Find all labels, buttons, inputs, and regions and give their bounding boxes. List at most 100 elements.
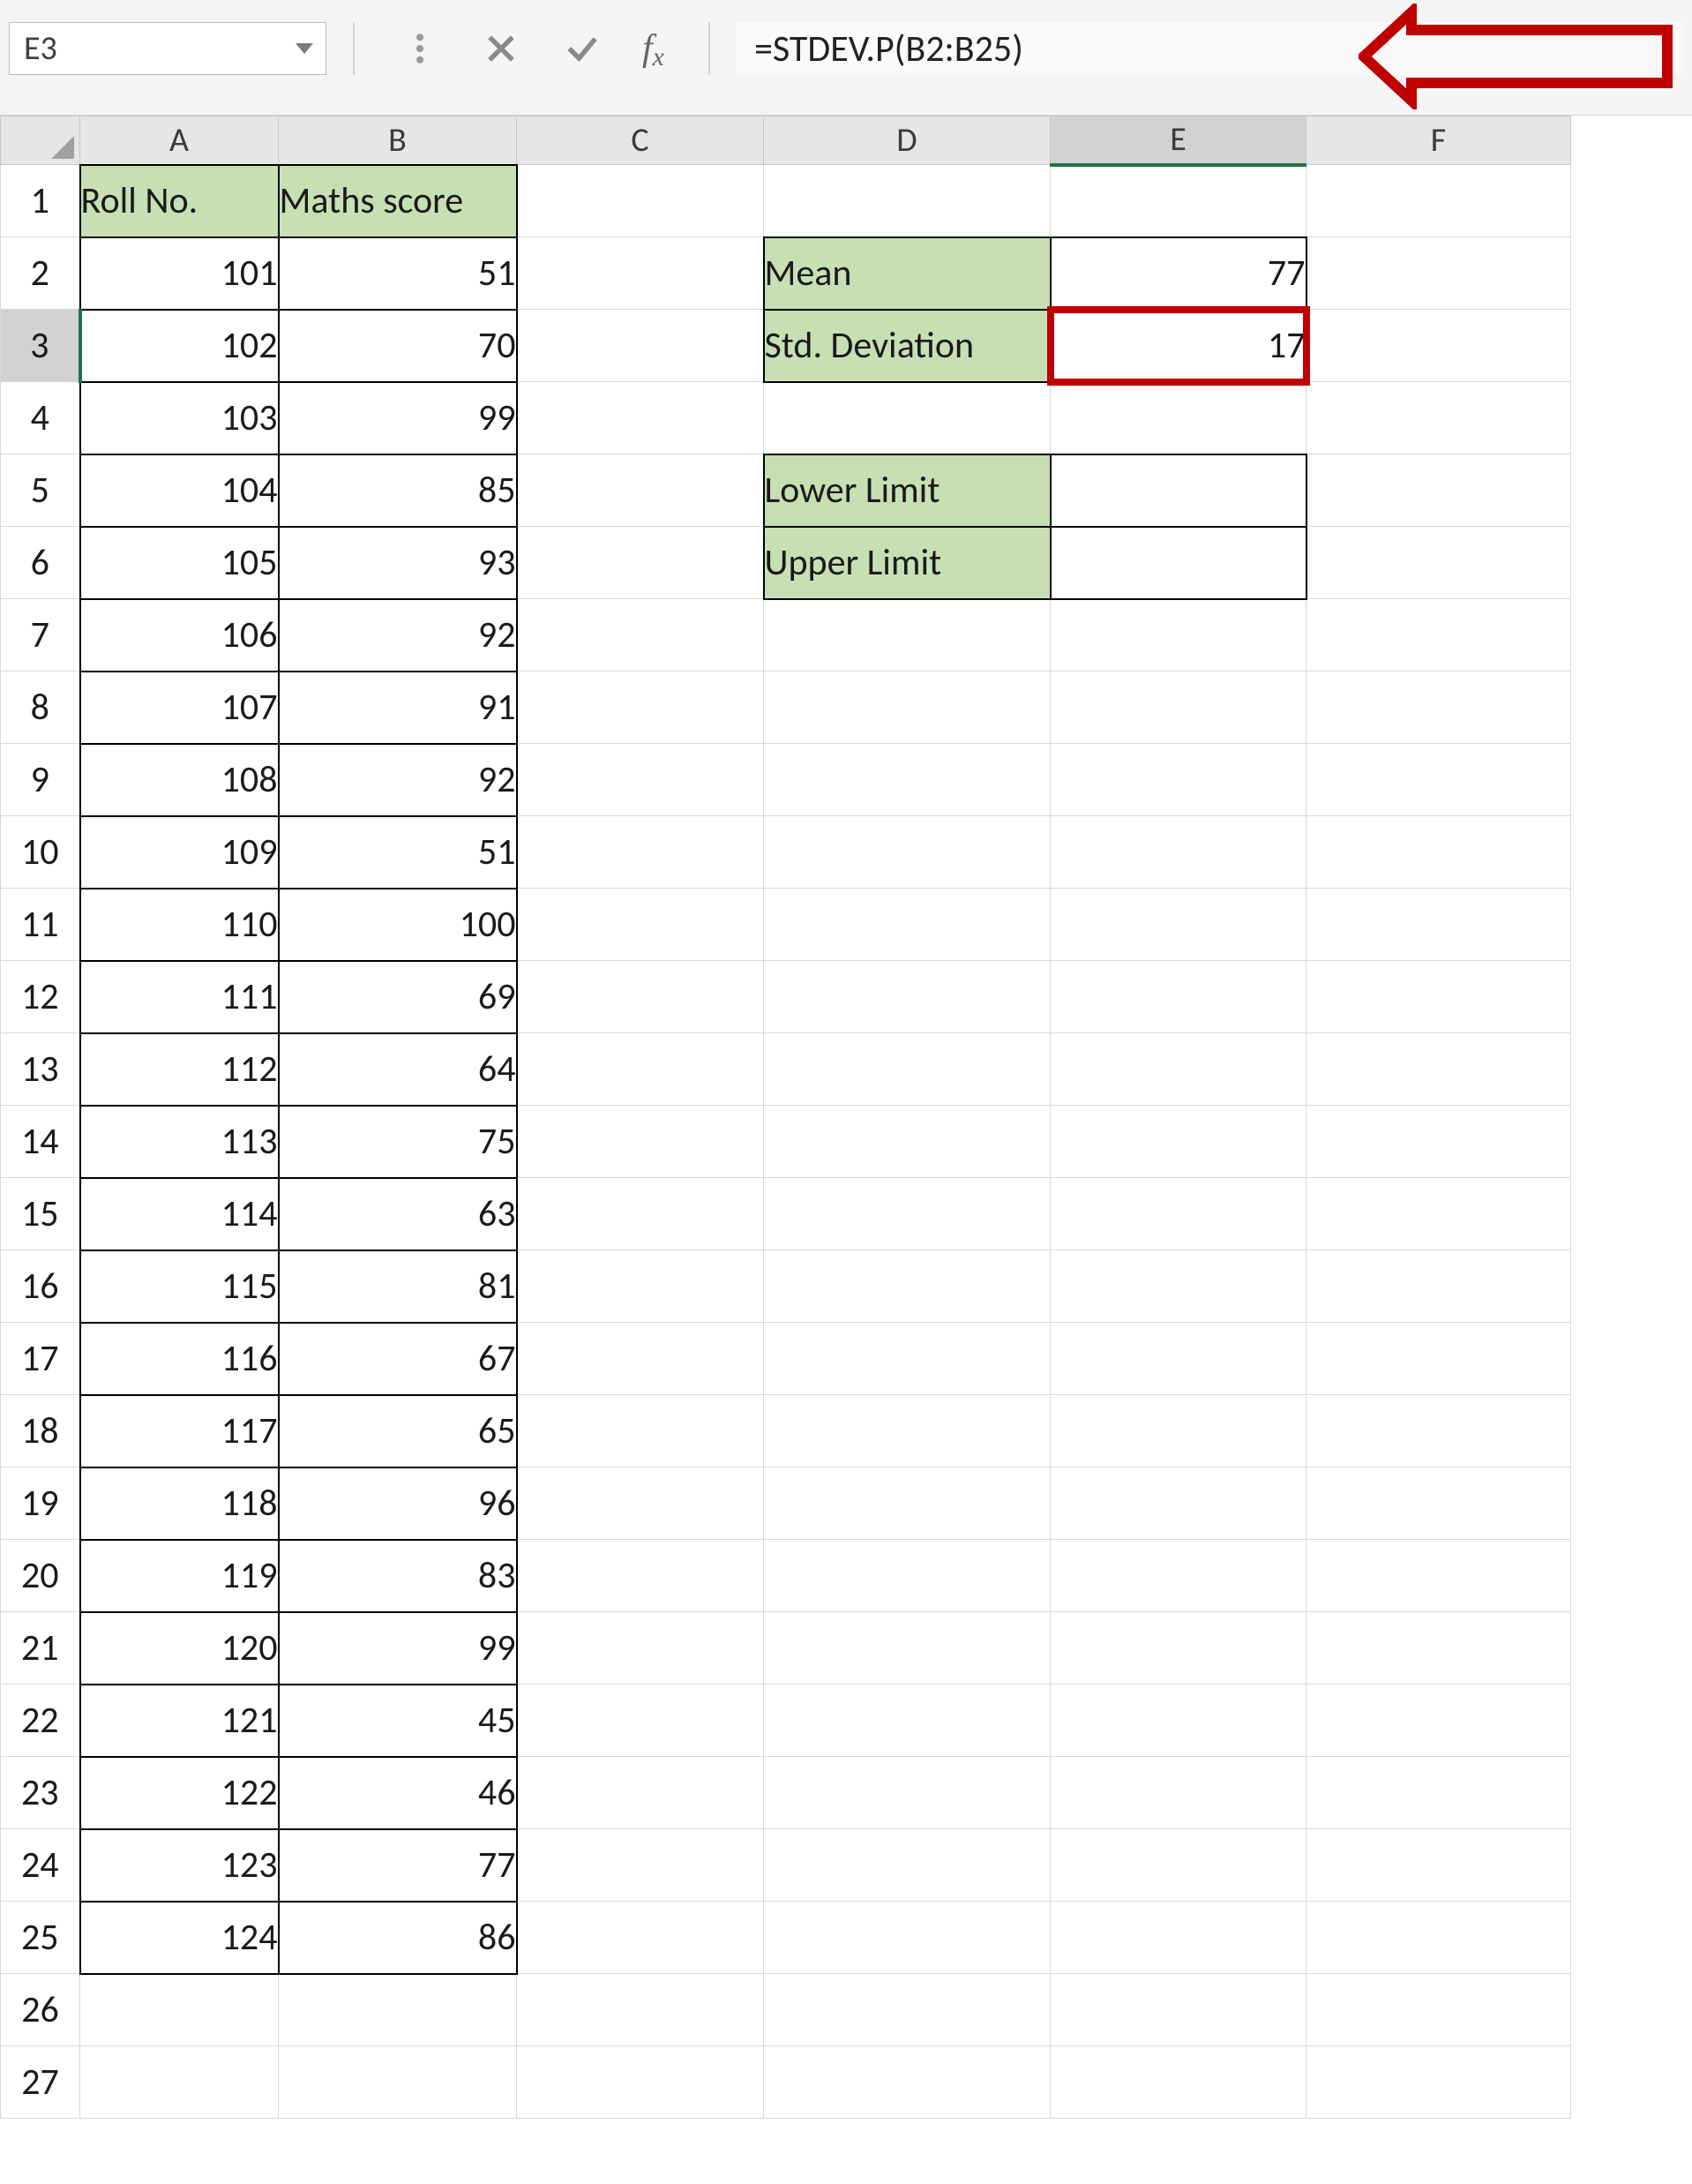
cell-E23[interactable] bbox=[1051, 1757, 1306, 1829]
cell-D8[interactable] bbox=[764, 672, 1051, 744]
cell-D15[interactable] bbox=[764, 1178, 1051, 1250]
row-header-27[interactable]: 27 bbox=[1, 2046, 80, 2119]
cell-D24[interactable] bbox=[764, 1829, 1051, 1902]
cell-F9[interactable] bbox=[1306, 744, 1571, 816]
options-dots-icon[interactable] bbox=[399, 27, 441, 70]
row-header-10[interactable]: 10 bbox=[1, 816, 80, 889]
row-header-22[interactable]: 22 bbox=[1, 1685, 80, 1757]
cell-D7[interactable] bbox=[764, 599, 1051, 672]
cell-B6[interactable]: 93 bbox=[279, 527, 517, 599]
cell-E8[interactable] bbox=[1051, 672, 1306, 744]
cell-C19[interactable] bbox=[517, 1467, 764, 1540]
cell-B20[interactable]: 83 bbox=[279, 1540, 517, 1612]
cell-D9[interactable] bbox=[764, 744, 1051, 816]
cell-E2[interactable]: 77 bbox=[1051, 237, 1306, 310]
cell-C6[interactable] bbox=[517, 527, 764, 599]
cell-E24[interactable] bbox=[1051, 1829, 1306, 1902]
cell-A11[interactable]: 110 bbox=[80, 889, 279, 961]
cell-E3[interactable]: 17 bbox=[1051, 310, 1306, 382]
cell-C20[interactable] bbox=[517, 1540, 764, 1612]
cell-B21[interactable]: 99 bbox=[279, 1612, 517, 1685]
cell-F16[interactable] bbox=[1306, 1250, 1571, 1323]
cell-C9[interactable] bbox=[517, 744, 764, 816]
cell-C14[interactable] bbox=[517, 1106, 764, 1178]
row-header-14[interactable]: 14 bbox=[1, 1106, 80, 1178]
cell-D5[interactable]: Lower Limit bbox=[764, 454, 1051, 527]
cell-B4[interactable]: 99 bbox=[279, 382, 517, 454]
cell-A13[interactable]: 112 bbox=[80, 1033, 279, 1106]
cell-C15[interactable] bbox=[517, 1178, 764, 1250]
cell-C27[interactable] bbox=[517, 2046, 764, 2119]
cell-D22[interactable] bbox=[764, 1685, 1051, 1757]
cell-D1[interactable] bbox=[764, 165, 1051, 237]
cell-C3[interactable] bbox=[517, 310, 764, 382]
cell-A20[interactable]: 119 bbox=[80, 1540, 279, 1612]
cell-A26[interactable] bbox=[80, 1974, 279, 2046]
cell-F14[interactable] bbox=[1306, 1106, 1571, 1178]
row-header-7[interactable]: 7 bbox=[1, 599, 80, 672]
cell-D2[interactable]: Mean bbox=[764, 237, 1051, 310]
cell-D23[interactable] bbox=[764, 1757, 1051, 1829]
cell-E12[interactable] bbox=[1051, 961, 1306, 1033]
cell-A10[interactable]: 109 bbox=[80, 816, 279, 889]
cell-B12[interactable]: 69 bbox=[279, 961, 517, 1033]
cell-D4[interactable] bbox=[764, 382, 1051, 454]
cell-C23[interactable] bbox=[517, 1757, 764, 1829]
cell-B10[interactable]: 51 bbox=[279, 816, 517, 889]
cell-C11[interactable] bbox=[517, 889, 764, 961]
cell-D17[interactable] bbox=[764, 1323, 1051, 1395]
cell-B18[interactable]: 65 bbox=[279, 1395, 517, 1467]
cell-C12[interactable] bbox=[517, 961, 764, 1033]
cell-D27[interactable] bbox=[764, 2046, 1051, 2119]
cell-E18[interactable] bbox=[1051, 1395, 1306, 1467]
cell-B7[interactable]: 92 bbox=[279, 599, 517, 672]
cell-E4[interactable] bbox=[1051, 382, 1306, 454]
cell-E17[interactable] bbox=[1051, 1323, 1306, 1395]
cell-E6[interactable] bbox=[1051, 527, 1306, 599]
cell-C18[interactable] bbox=[517, 1395, 764, 1467]
cell-D18[interactable] bbox=[764, 1395, 1051, 1467]
cell-F10[interactable] bbox=[1306, 816, 1571, 889]
cell-C21[interactable] bbox=[517, 1612, 764, 1685]
row-header-8[interactable]: 8 bbox=[1, 672, 80, 744]
select-all-corner[interactable] bbox=[1, 116, 80, 165]
cell-E10[interactable] bbox=[1051, 816, 1306, 889]
cell-E11[interactable] bbox=[1051, 889, 1306, 961]
cell-C16[interactable] bbox=[517, 1250, 764, 1323]
cell-B26[interactable] bbox=[279, 1974, 517, 2046]
cell-A19[interactable]: 118 bbox=[80, 1467, 279, 1540]
cell-C13[interactable] bbox=[517, 1033, 764, 1106]
row-header-2[interactable]: 2 bbox=[1, 237, 80, 310]
row-header-5[interactable]: 5 bbox=[1, 454, 80, 527]
cell-D19[interactable] bbox=[764, 1467, 1051, 1540]
cell-F1[interactable] bbox=[1306, 165, 1571, 237]
cell-E21[interactable] bbox=[1051, 1612, 1306, 1685]
cell-A23[interactable]: 122 bbox=[80, 1757, 279, 1829]
cell-B23[interactable]: 46 bbox=[279, 1757, 517, 1829]
row-header-16[interactable]: 16 bbox=[1, 1250, 80, 1323]
cell-B9[interactable]: 92 bbox=[279, 744, 517, 816]
cell-B19[interactable]: 96 bbox=[279, 1467, 517, 1540]
cancel-x-icon[interactable] bbox=[480, 27, 522, 70]
cell-A24[interactable]: 123 bbox=[80, 1829, 279, 1902]
cell-F18[interactable] bbox=[1306, 1395, 1571, 1467]
cell-C4[interactable] bbox=[517, 382, 764, 454]
col-header-B[interactable]: B bbox=[279, 116, 517, 165]
cell-E5[interactable] bbox=[1051, 454, 1306, 527]
cell-D26[interactable] bbox=[764, 1974, 1051, 2046]
cell-F12[interactable] bbox=[1306, 961, 1571, 1033]
cell-C2[interactable] bbox=[517, 237, 764, 310]
row-header-23[interactable]: 23 bbox=[1, 1757, 80, 1829]
cell-B1[interactable]: Maths score bbox=[279, 165, 517, 237]
row-header-11[interactable]: 11 bbox=[1, 889, 80, 961]
row-header-26[interactable]: 26 bbox=[1, 1974, 80, 2046]
cell-B16[interactable]: 81 bbox=[279, 1250, 517, 1323]
cell-E1[interactable] bbox=[1051, 165, 1306, 237]
col-header-E[interactable]: E bbox=[1051, 116, 1306, 165]
cell-D25[interactable] bbox=[764, 1902, 1051, 1974]
col-header-F[interactable]: F bbox=[1306, 116, 1571, 165]
cell-A4[interactable]: 103 bbox=[80, 382, 279, 454]
cell-B14[interactable]: 75 bbox=[279, 1106, 517, 1178]
cell-D3[interactable]: Std. Deviation bbox=[764, 310, 1051, 382]
cell-F24[interactable] bbox=[1306, 1829, 1571, 1902]
